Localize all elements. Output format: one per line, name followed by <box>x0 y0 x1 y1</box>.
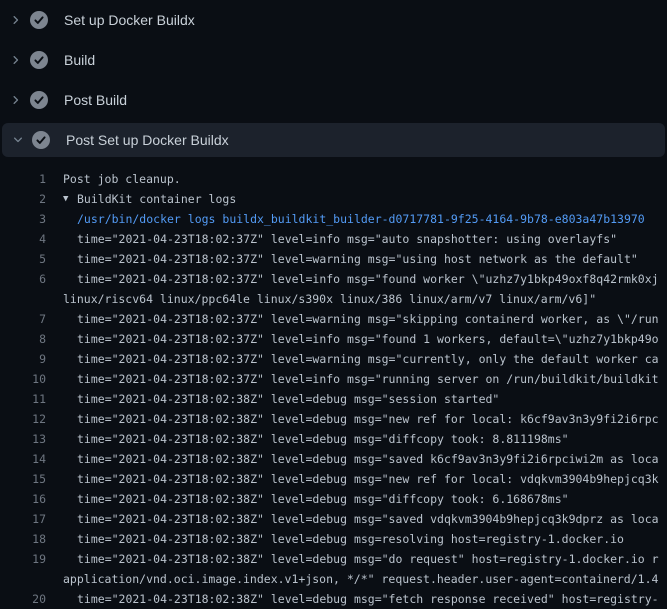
log-line-number[interactable]: 5 <box>0 249 46 269</box>
log-line-number[interactable]: 3 <box>0 209 46 229</box>
log-line-text: Post job cleanup. <box>63 169 181 189</box>
log-line: 11 time="2021-04-23T18:02:38Z" level=deb… <box>0 389 667 409</box>
log-line: 13 time="2021-04-23T18:02:38Z" level=deb… <box>0 429 667 449</box>
log-line-number[interactable]: 12 <box>0 409 46 429</box>
log-line-number[interactable]: 9 <box>0 349 46 369</box>
step-title: Build <box>64 52 95 68</box>
log-line: 18 time="2021-04-23T18:02:38Z" level=deb… <box>0 529 667 549</box>
log-line-number[interactable]: 1 <box>0 169 46 189</box>
log-line: 5 time="2021-04-23T18:02:37Z" level=warn… <box>0 249 667 269</box>
chevron-right-icon[interactable] <box>10 54 22 66</box>
log-line-text: time="2021-04-23T18:02:38Z" level=debug … <box>77 589 659 609</box>
log-line-text: /usr/bin/docker logs buildx_buildkit_bui… <box>77 209 645 229</box>
log-line-text: time="2021-04-23T18:02:38Z" level=debug … <box>77 529 624 549</box>
step-title: Set up Docker Buildx <box>64 12 195 28</box>
check-circle-icon <box>30 91 48 109</box>
log-line: 6 time="2021-04-23T18:02:37Z" level=info… <box>0 269 667 289</box>
log-line-number[interactable]: 10 <box>0 369 46 389</box>
log-line: 10 time="2021-04-23T18:02:37Z" level=inf… <box>0 369 667 389</box>
log-line: 3 /usr/bin/docker logs buildx_buildkit_b… <box>0 209 667 229</box>
log-line-text: time="2021-04-23T18:02:38Z" level=debug … <box>77 409 659 429</box>
log-line-number[interactable]: 19 <box>0 549 46 569</box>
log-line-text: time="2021-04-23T18:02:38Z" level=debug … <box>77 489 569 509</box>
log-line: 20 time="2021-04-23T18:02:38Z" level=deb… <box>0 589 667 609</box>
log-line-number[interactable]: 11 <box>0 389 46 409</box>
steps-list: Set up Docker Buildx Build Post Build Po… <box>0 0 667 160</box>
check-circle-icon <box>30 51 48 69</box>
log-line: 4 time="2021-04-23T18:02:37Z" level=info… <box>0 229 667 249</box>
log-line-number[interactable]: 16 <box>0 489 46 509</box>
log-line-text: time="2021-04-23T18:02:37Z" level=info m… <box>77 269 659 289</box>
step-title: Post Set up Docker Buildx <box>66 132 229 148</box>
log-line-text: time="2021-04-23T18:02:38Z" level=debug … <box>77 549 659 569</box>
log-line-text: time="2021-04-23T18:02:37Z" level=info m… <box>77 229 617 249</box>
log-line-number[interactable]: 14 <box>0 449 46 469</box>
log-line-text: application/vnd.oci.image.index.v1+json,… <box>63 569 658 589</box>
log-line-text: time="2021-04-23T18:02:38Z" level=debug … <box>77 429 569 449</box>
log-line-text: time="2021-04-23T18:02:38Z" level=debug … <box>77 469 659 489</box>
log-line: linux/riscv64 linux/ppc64le linux/s390x … <box>0 289 667 309</box>
log-line-text: time="2021-04-23T18:02:38Z" level=debug … <box>77 449 659 469</box>
log-line: 19 time="2021-04-23T18:02:38Z" level=deb… <box>0 549 667 569</box>
log-line-number[interactable]: 18 <box>0 529 46 549</box>
log-line-text: time="2021-04-23T18:02:37Z" level=warnin… <box>77 309 659 329</box>
step-header-row[interactable]: Build <box>0 40 667 80</box>
log-line: 7 time="2021-04-23T18:02:37Z" level=warn… <box>0 309 667 329</box>
log-line: 1 Post job cleanup. <box>0 169 667 189</box>
chevron-right-icon[interactable] <box>10 94 22 106</box>
log-line: 8 time="2021-04-23T18:02:37Z" level=info… <box>0 329 667 349</box>
check-circle-icon <box>30 11 48 29</box>
log-line-text: time="2021-04-23T18:02:37Z" level=info m… <box>77 369 659 389</box>
log-line-number[interactable]: 6 <box>0 269 46 289</box>
log-line-text: time="2021-04-23T18:02:37Z" level=warnin… <box>77 249 638 269</box>
log-line: 14 time="2021-04-23T18:02:38Z" level=deb… <box>0 449 667 469</box>
log-line-number[interactable]: 17 <box>0 509 46 529</box>
check-circle-icon <box>32 131 50 149</box>
chevron-right-icon[interactable] <box>10 14 22 26</box>
step-title: Post Build <box>64 92 127 108</box>
log-line: 12 time="2021-04-23T18:02:38Z" level=deb… <box>0 409 667 429</box>
log-viewer: 1 Post job cleanup. 2 ▼ BuildKit contain… <box>0 160 667 609</box>
chevron-down-icon[interactable] <box>12 134 24 146</box>
log-line-text: BuildKit container logs <box>77 189 236 209</box>
step-header-row[interactable]: Post Build <box>0 80 667 120</box>
log-line-text: time="2021-04-23T18:02:37Z" level=info m… <box>77 329 659 349</box>
step-header-row[interactable]: Post Set up Docker Buildx <box>2 123 665 157</box>
log-line-number[interactable] <box>0 289 46 309</box>
log-line-number[interactable]: 20 <box>0 589 46 609</box>
group-collapse-triangle-icon[interactable]: ▼ <box>63 189 77 209</box>
log-line-number[interactable] <box>0 569 46 589</box>
log-line: 2 ▼ BuildKit container logs <box>0 189 667 209</box>
log-line: 17 time="2021-04-23T18:02:38Z" level=deb… <box>0 509 667 529</box>
log-line-number[interactable]: 8 <box>0 329 46 349</box>
log-line-number[interactable]: 7 <box>0 309 46 329</box>
log-line-text: linux/riscv64 linux/ppc64le linux/s390x … <box>63 289 596 309</box>
log-line-number[interactable]: 2 <box>0 189 46 209</box>
log-line-text: time="2021-04-23T18:02:38Z" level=debug … <box>77 509 659 529</box>
log-line: 16 time="2021-04-23T18:02:38Z" level=deb… <box>0 489 667 509</box>
log-line-number[interactable]: 13 <box>0 429 46 449</box>
log-line-number[interactable]: 15 <box>0 469 46 489</box>
log-line-number[interactable]: 4 <box>0 229 46 249</box>
log-line: 15 time="2021-04-23T18:02:38Z" level=deb… <box>0 469 667 489</box>
log-line-text: time="2021-04-23T18:02:37Z" level=warnin… <box>77 349 659 369</box>
log-line: 9 time="2021-04-23T18:02:37Z" level=warn… <box>0 349 667 369</box>
log-line-text: time="2021-04-23T18:02:38Z" level=debug … <box>77 389 499 409</box>
step-header-row[interactable]: Set up Docker Buildx <box>0 0 667 40</box>
log-line: application/vnd.oci.image.index.v1+json,… <box>0 569 667 589</box>
